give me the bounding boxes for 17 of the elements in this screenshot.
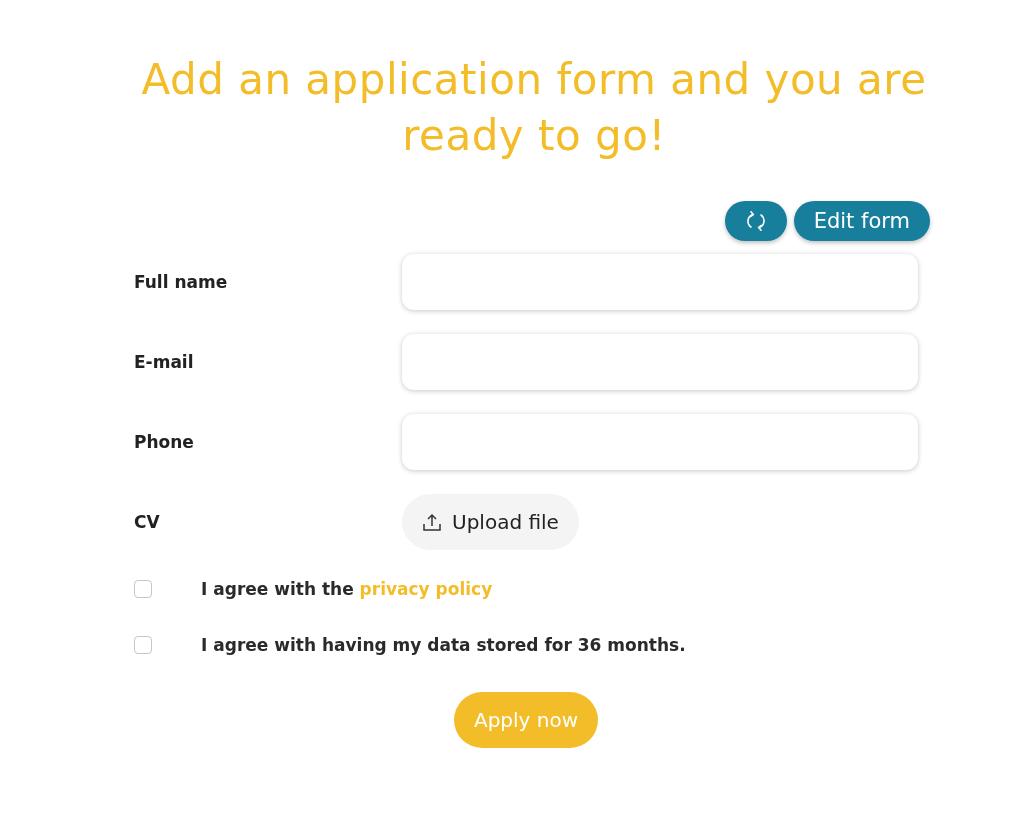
agreement-text: I agree with the privacy policy — [201, 579, 493, 599]
input-field[interactable] — [402, 254, 918, 310]
refresh-icon — [744, 210, 767, 232]
field-label: Phone — [134, 432, 195, 452]
checkbox[interactable] — [134, 580, 152, 598]
upload-icon — [422, 512, 442, 532]
field-label: E-mail — [134, 352, 195, 372]
checkbox[interactable] — [134, 636, 152, 654]
field-label: Full name — [134, 272, 229, 292]
page-title: Add an application form and you are ready to go! — [140, 54, 928, 162]
agreement-text: I agree with having my data stored for 36 months. — [201, 635, 686, 655]
upload-file-button[interactable]: Upload file — [402, 494, 579, 550]
field-label: CV — [134, 512, 161, 532]
refresh-button[interactable] — [724, 201, 787, 241]
input-field[interactable] — [402, 334, 918, 390]
input-field[interactable] — [402, 414, 918, 470]
edit-form-button[interactable]: Edit form — [793, 201, 930, 241]
